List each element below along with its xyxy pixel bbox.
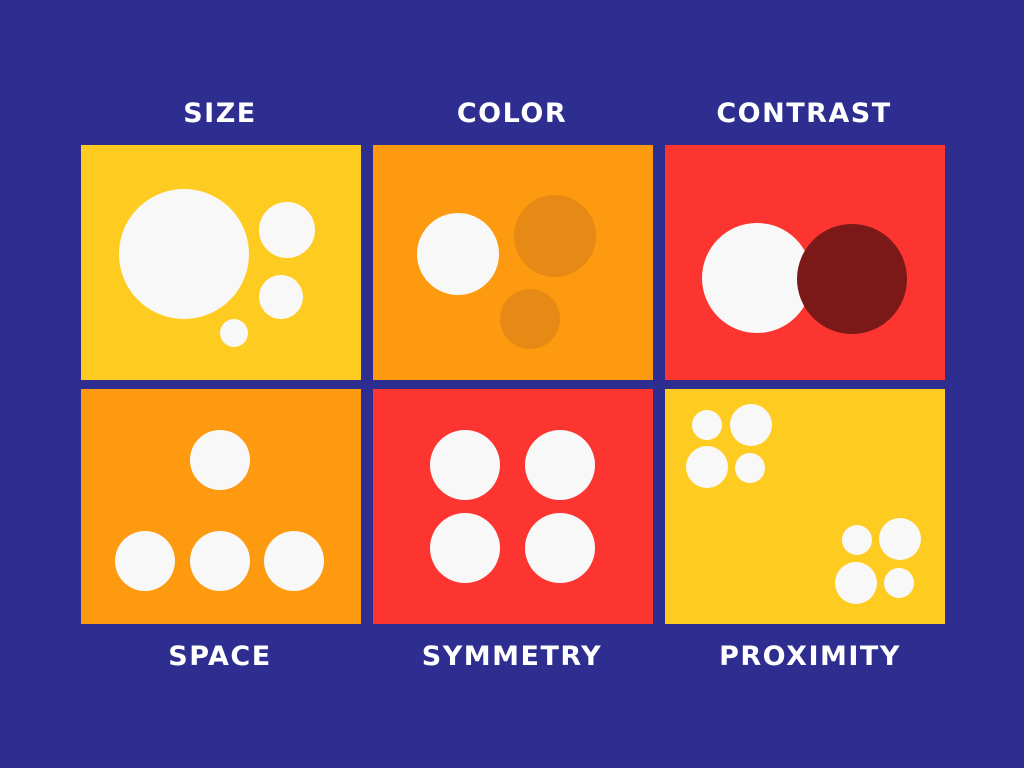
proximity-circle: [735, 453, 765, 483]
proximity-circle: [730, 404, 772, 446]
label-contrast: CONTRAST: [716, 98, 892, 129]
space-illustration: [81, 389, 361, 624]
space-circle-top: [190, 430, 250, 490]
color-illustration: [373, 145, 653, 380]
size-circle-large: [119, 189, 249, 319]
proximity-circle: [884, 568, 914, 598]
contrast-circle-dark: [797, 224, 907, 334]
design-principles-diagram: SIZE COLOR CONTRAST SPACE SYMMETRY PROXI…: [0, 0, 1024, 768]
panel-size: [81, 145, 361, 380]
size-illustration: [81, 145, 361, 380]
symmetry-circle-top-left: [430, 430, 500, 500]
panel-proximity: [665, 389, 945, 624]
panel-contrast: [665, 145, 945, 380]
symmetry-circle-bottom-right: [525, 513, 595, 583]
symmetry-circle-bottom-left: [430, 513, 500, 583]
color-background: [373, 145, 653, 380]
proximity-circle: [835, 562, 877, 604]
panel-space: [81, 389, 361, 624]
size-circle-medium: [259, 202, 315, 258]
symmetry-circle-top-right: [525, 430, 595, 500]
space-circle-right: [264, 531, 324, 591]
color-circle-white: [417, 213, 499, 295]
contrast-illustration: [665, 145, 945, 380]
proximity-circle: [842, 525, 872, 555]
label-proximity: PROXIMITY: [719, 641, 901, 672]
proximity-circle: [686, 446, 728, 488]
symmetry-illustration: [373, 389, 653, 624]
panel-symmetry: [373, 389, 653, 624]
proximity-circle: [692, 410, 722, 440]
label-space: SPACE: [168, 641, 272, 672]
panel-color: [373, 145, 653, 380]
size-circle-small: [259, 275, 303, 319]
symmetry-background: [373, 389, 653, 624]
label-symmetry: SYMMETRY: [421, 641, 603, 672]
proximity-circle: [879, 518, 921, 560]
color-circle-muted-small: [500, 289, 560, 349]
proximity-illustration: [665, 389, 945, 624]
color-circle-muted-large: [514, 195, 596, 277]
contrast-circle-white: [702, 223, 812, 333]
space-circle-middle: [190, 531, 250, 591]
label-color: COLOR: [456, 98, 568, 129]
label-size: SIZE: [183, 98, 257, 129]
size-circle-tiny: [220, 319, 248, 347]
space-circle-left: [115, 531, 175, 591]
